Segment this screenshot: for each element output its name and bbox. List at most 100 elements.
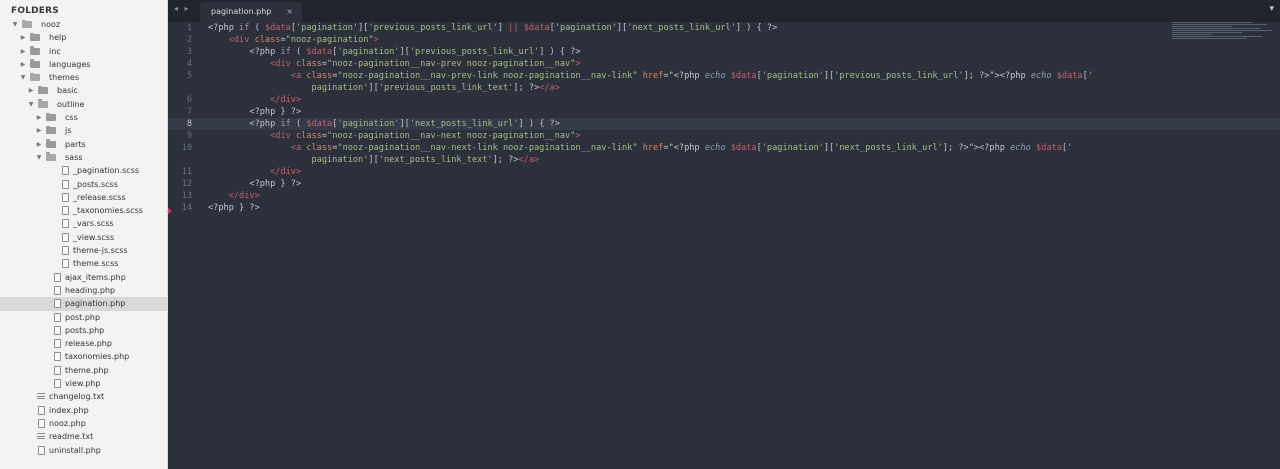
code-line[interactable]: <?php } ?> <box>208 202 1093 214</box>
collapsed-arrow-icon[interactable]: ▶ <box>27 84 35 97</box>
file-icon <box>62 179 69 189</box>
folder-item[interactable]: ▼ sass <box>0 151 167 164</box>
code-line[interactable]: pagination']['previous_posts_link_text']… <box>208 82 1093 94</box>
tree-item-label: nooz <box>41 20 61 29</box>
code-token: echo <box>704 143 726 153</box>
code-line[interactable]: <?php if ( $data['pagination']['previous… <box>208 22 1093 34</box>
file-item[interactable]: _view.scss <box>0 231 167 244</box>
expanded-arrow-icon[interactable]: ▼ <box>35 151 43 164</box>
minimap[interactable] <box>1172 22 1272 42</box>
folder-item[interactable]: ▼ outline <box>0 98 167 111</box>
code-token: <a <box>290 71 302 81</box>
collapsed-arrow-icon[interactable]: ▶ <box>35 138 43 151</box>
code-line[interactable]: <?php } ?> <box>208 106 1093 118</box>
folder-item[interactable]: ▶ parts <box>0 138 167 151</box>
code-line[interactable]: </div> <box>208 94 1093 106</box>
tree-item-label: theme-js.scss <box>73 246 128 256</box>
tree-item-label: taxonomies.php <box>65 352 130 362</box>
tree-item-label: languages <box>49 59 91 69</box>
code-line[interactable]: <a class="nooz-pagination__nav-next-link… <box>208 142 1093 154</box>
file-item[interactable]: _vars.scss <box>0 217 167 230</box>
code-line[interactable]: <?php if ( $data['pagination']['previous… <box>208 46 1093 58</box>
file-item[interactable]: theme.php <box>0 364 167 377</box>
file-item[interactable]: nooz.php <box>0 417 167 430</box>
code-line[interactable]: </div> <box>208 190 1093 202</box>
code-token: "nooz-pagination__nav-prev nooz-paginati… <box>327 59 576 69</box>
tree-item-label: posts.php <box>65 325 105 335</box>
code-editor[interactable]: 1 2 3 4 5 6 7 8 9 10 11 12 13 14 <?php if ( $data['pa… <box>168 22 1280 469</box>
file-item[interactable]: _posts.scss <box>0 178 167 191</box>
file-item[interactable]: theme.scss <box>0 257 167 270</box>
code-line[interactable]: <div class="nooz-pagination__nav-next no… <box>208 130 1093 142</box>
tab-nav-arrows[interactable]: ◂ ▸ <box>174 4 191 13</box>
text-file-icon <box>37 393 45 400</box>
collapsed-arrow-icon[interactable]: ▶ <box>19 58 27 71</box>
code-token: <?php <box>208 47 281 57</box>
code-token: <?php } ?> <box>208 107 302 117</box>
file-item[interactable]: post.php <box>0 311 167 324</box>
folder-item[interactable]: ▶ languages <box>0 58 167 71</box>
file-item[interactable]: _pagination.scss <box>0 164 167 177</box>
file-item[interactable]: changelog.txt <box>0 390 167 403</box>
code-token: if <box>280 119 291 129</box>
expanded-arrow-icon[interactable]: ▼ <box>27 98 35 111</box>
file-item[interactable]: taxonomies.php <box>0 350 167 363</box>
file-item[interactable]: ajax_items.php <box>0 271 167 284</box>
folder-item[interactable]: ▶ css <box>0 111 167 124</box>
folder-item[interactable]: ▼ nooz <box>0 18 167 31</box>
code-token: || <box>508 23 519 33</box>
code-line[interactable]: <div class="nooz-pagination"> <box>208 34 1093 46</box>
file-item[interactable]: heading.php <box>0 284 167 297</box>
code-token: 'pagination' <box>554 23 617 33</box>
code-area[interactable]: <?php if ( $data['pagination']['previous… <box>208 22 1093 214</box>
line-number: 6 <box>186 95 192 105</box>
code-line[interactable]: pagination']['next_posts_link_text']; ?>… <box>208 154 1093 166</box>
file-item[interactable]: view.php <box>0 377 167 390</box>
folder-item[interactable]: ▶ basic <box>0 84 167 97</box>
code-token: ="<?php <box>663 143 705 153</box>
folder-icon <box>30 59 40 68</box>
file-item[interactable]: posts.php <box>0 324 167 337</box>
code-token: </a> <box>518 155 540 165</box>
code-token: <div <box>270 131 291 141</box>
collapsed-arrow-icon[interactable]: ▶ <box>19 31 27 44</box>
collapsed-arrow-icon[interactable]: ▶ <box>35 124 43 137</box>
file-item[interactable]: index.php <box>0 404 167 417</box>
file-icon <box>54 352 61 362</box>
folder-item[interactable]: ▶ inc <box>0 45 167 58</box>
tree-item-label: outline <box>57 99 85 109</box>
code-line[interactable]: <a class="nooz-pagination__nav-prev-link… <box>208 70 1093 82</box>
chevron-down-icon[interactable]: ▾ <box>1269 4 1274 14</box>
file-item[interactable]: readme.txt <box>0 430 167 443</box>
code-token: $data <box>1036 143 1062 153</box>
expanded-arrow-icon[interactable]: ▼ <box>11 18 19 31</box>
tree-item-label: post.php <box>65 312 101 322</box>
code-token: class <box>295 131 322 141</box>
file-item[interactable]: theme-js.scss <box>0 244 167 257</box>
folder-item[interactable]: ▼ themes <box>0 71 167 84</box>
folder-item[interactable]: ▶ help <box>0 31 167 44</box>
code-token: $data <box>306 47 333 57</box>
expanded-arrow-icon[interactable]: ▼ <box>19 71 27 84</box>
file-item[interactable]: _release.scss <box>0 191 167 204</box>
file-item[interactable]: _taxonomies.scss <box>0 204 167 217</box>
code-line[interactable]: <div class="nooz-pagination__nav-prev no… <box>208 58 1093 70</box>
file-item[interactable]: pagination.php <box>0 297 167 311</box>
collapsed-arrow-icon[interactable]: ▶ <box>19 45 27 58</box>
file-item[interactable]: release.php <box>0 337 167 350</box>
file-item[interactable]: uninstall.php <box>0 444 167 457</box>
close-icon[interactable]: × <box>286 7 293 16</box>
file-icon <box>62 206 69 216</box>
code-line[interactable]: <?php if ( $data['pagination']['next_pos… <box>208 118 1093 130</box>
code-line[interactable]: </div> <box>208 166 1093 178</box>
code-token: pagination' <box>311 155 369 165</box>
code-token: $data <box>523 23 550 33</box>
folder-item[interactable]: ▶ js <box>0 124 167 137</box>
tab-pagination-php[interactable]: pagination.php × <box>200 2 302 22</box>
code-token: ][ <box>399 119 410 129</box>
code-line[interactable]: <?php } ?> <box>208 178 1093 190</box>
tree-item-label: _posts.scss <box>73 179 118 189</box>
collapsed-arrow-icon[interactable]: ▶ <box>35 111 43 124</box>
